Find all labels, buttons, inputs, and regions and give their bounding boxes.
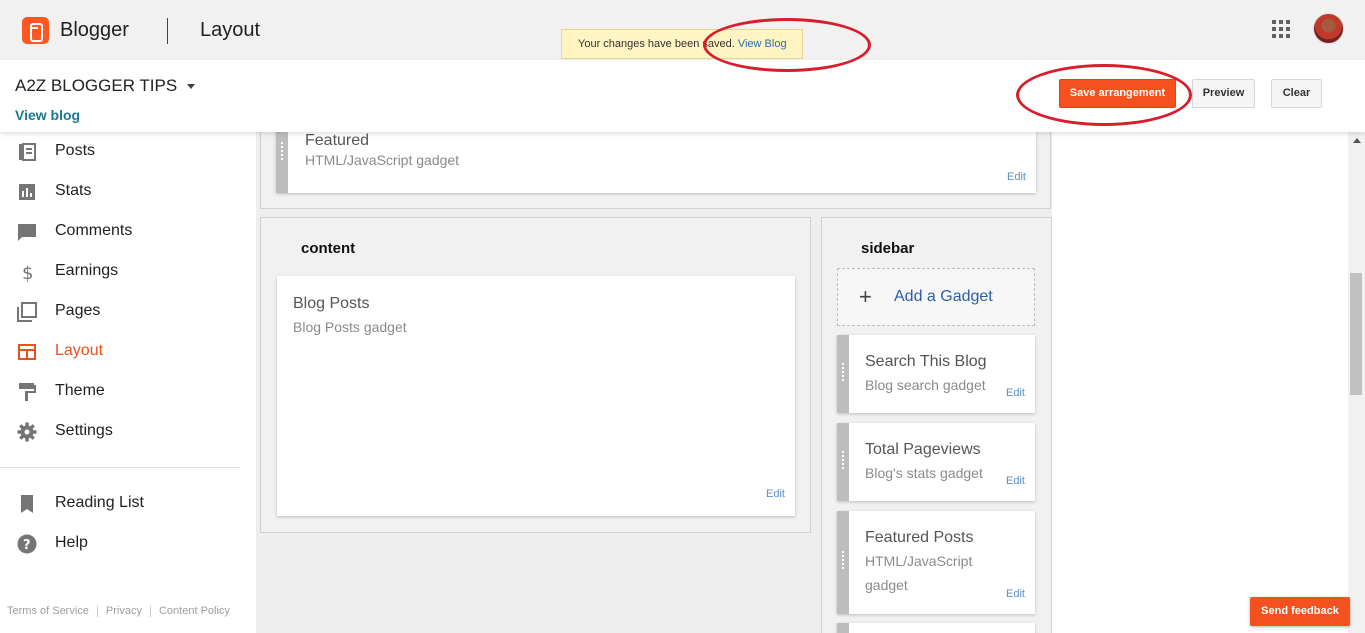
caret-down-icon — [187, 84, 196, 90]
blogger-layout-page: Blogger Layout Your changes have been sa… — [0, 0, 1365, 633]
header-section: Featured HTML/JavaScript gadget Edit — [260, 127, 1051, 209]
gadget-type: HTML/JavaScript gadget — [865, 553, 973, 593]
sidebar-item-label: Earnings — [55, 262, 119, 279]
terms-link[interactable]: Terms of Service — [7, 605, 89, 617]
sidebar-item-pages[interactable]: Pages — [0, 292, 240, 332]
plus-icon: + — [859, 284, 872, 309]
svg-text:$: $ — [22, 263, 33, 282]
drag-handle[interactable] — [837, 335, 849, 413]
layout-icon — [18, 344, 36, 360]
gadget-title: Featured Posts — [865, 529, 974, 546]
gadget-type: Blog search gadget — [865, 377, 986, 393]
featured-gadget[interactable]: Featured HTML/JavaScript gadget Edit — [276, 128, 1036, 193]
content-policy-link[interactable]: Content Policy — [159, 605, 230, 617]
gadget-title: Blog Posts — [293, 295, 370, 312]
sidebar-item-label: Settings — [55, 422, 113, 439]
gadget-type: Blog Posts gadget — [293, 319, 407, 335]
footer-links: Terms of Service Privacy Content Policy — [7, 605, 238, 617]
sidebar-item-posts[interactable]: Posts — [0, 132, 240, 172]
section-title: content — [301, 240, 356, 257]
paint-roller-icon — [19, 383, 36, 401]
brand-name[interactable]: Blogger — [60, 19, 129, 42]
layout-canvas: Featured HTML/JavaScript gadget Edit con… — [256, 127, 1052, 633]
view-blog-link[interactable]: View blog — [15, 107, 80, 123]
stats-icon — [19, 184, 35, 200]
content-section: content Blog Posts Blog Posts gadget Edi… — [260, 217, 811, 533]
help-icon: ? — [17, 534, 37, 554]
save-arrangement-button[interactable]: Save arrangement — [1059, 79, 1176, 108]
send-feedback-button[interactable]: Send feedback — [1250, 597, 1350, 626]
privacy-link[interactable]: Privacy — [106, 605, 142, 617]
sidebar-item-label: Theme — [55, 382, 105, 399]
toast-view-blog-link[interactable]: View Blog — [738, 38, 787, 50]
next-gadget[interactable] — [837, 623, 1035, 633]
drag-handle[interactable] — [837, 423, 849, 501]
dollar-icon: $ — [22, 263, 33, 282]
edit-link[interactable]: Edit — [1006, 475, 1025, 487]
posts-icon — [19, 143, 36, 161]
sidebar-item-label: Comments — [55, 222, 133, 239]
sidebar-item-stats[interactable]: Stats — [0, 172, 240, 212]
blog-toolbar: A2Z BLOGGER TIPS View blog Save arrangem… — [0, 60, 1365, 132]
page-title: Layout — [200, 19, 261, 41]
edit-link[interactable]: Edit — [766, 488, 785, 500]
sidebar-item-settings[interactable]: Settings — [0, 412, 240, 452]
sidebar-nav: Posts Stats Comments $ Earnings Pages La… — [0, 132, 256, 633]
blog-selector[interactable]: A2Z BLOGGER TIPS — [15, 76, 196, 96]
drag-handle[interactable] — [837, 623, 849, 633]
sidebar-section: sidebar + Add a Gadget Search This Blog … — [821, 217, 1052, 633]
header-divider — [167, 18, 168, 44]
sidebar-item-comments[interactable]: Comments — [0, 212, 240, 252]
comments-icon — [18, 224, 36, 241]
gadget-type: Blog's stats gadget — [865, 465, 983, 481]
page-scrollbar[interactable] — [1348, 132, 1365, 633]
drag-handle[interactable] — [837, 511, 849, 614]
clear-button[interactable]: Clear — [1271, 79, 1322, 108]
bookmark-icon — [21, 495, 33, 513]
search-gadget[interactable]: Search This Blog Blog search gadget Edit — [837, 335, 1035, 413]
avatar[interactable] — [1313, 13, 1344, 44]
nav-divider — [0, 467, 240, 468]
toast-message: Your changes have been saved. — [578, 38, 735, 50]
section-title: sidebar — [861, 240, 915, 257]
sidebar-item-theme[interactable]: Theme — [0, 372, 240, 412]
gadget-title: Total Pageviews — [865, 441, 981, 458]
gear-icon — [17, 422, 37, 442]
drag-handle[interactable] — [276, 128, 288, 193]
sidebar-item-label: Stats — [55, 182, 92, 199]
sidebar-item-layout[interactable]: Layout — [0, 332, 240, 372]
sidebar-item-label: Posts — [55, 142, 96, 159]
pages-icon — [17, 302, 37, 322]
blog-posts-gadget[interactable]: Blog Posts Blog Posts gadget Edit — [277, 276, 795, 516]
gadget-title: Search This Blog — [865, 353, 987, 370]
sidebar-item-reading-list[interactable]: Reading List — [0, 484, 240, 524]
apps-grid-icon[interactable] — [1272, 20, 1290, 38]
sidebar-item-label: Pages — [55, 302, 101, 319]
add-gadget-button[interactable]: + Add a Gadget — [837, 268, 1035, 326]
svg-text:?: ? — [23, 538, 31, 553]
right-panel — [1052, 132, 1348, 633]
sidebar-item-label: Reading List — [55, 494, 144, 511]
saved-toast: Your changes have been saved. View Blog — [561, 29, 803, 59]
blogger-logo-icon[interactable] — [22, 17, 49, 44]
blog-name: A2Z BLOGGER TIPS — [15, 76, 178, 95]
pageviews-gadget[interactable]: Total Pageviews Blog's stats gadget Edit — [837, 423, 1035, 501]
gadget-type: HTML/JavaScript gadget — [305, 152, 460, 168]
sidebar-item-help[interactable]: ? Help — [0, 524, 240, 564]
add-gadget-label: Add a Gadget — [894, 288, 993, 305]
edit-link[interactable]: Edit — [1006, 387, 1025, 399]
edit-link[interactable]: Edit — [1007, 171, 1026, 183]
sidebar-item-label: Layout — [55, 342, 104, 359]
featured-posts-gadget[interactable]: Featured Posts HTML/JavaScript gadget Ed… — [837, 511, 1035, 614]
sidebar-item-label: Help — [55, 534, 88, 551]
edit-link[interactable]: Edit — [1006, 588, 1025, 600]
scroll-up-icon[interactable] — [1353, 138, 1361, 143]
scroll-thumb[interactable] — [1350, 273, 1362, 395]
sidebar-item-earnings[interactable]: $ Earnings — [0, 252, 240, 292]
preview-button[interactable]: Preview — [1192, 79, 1255, 108]
